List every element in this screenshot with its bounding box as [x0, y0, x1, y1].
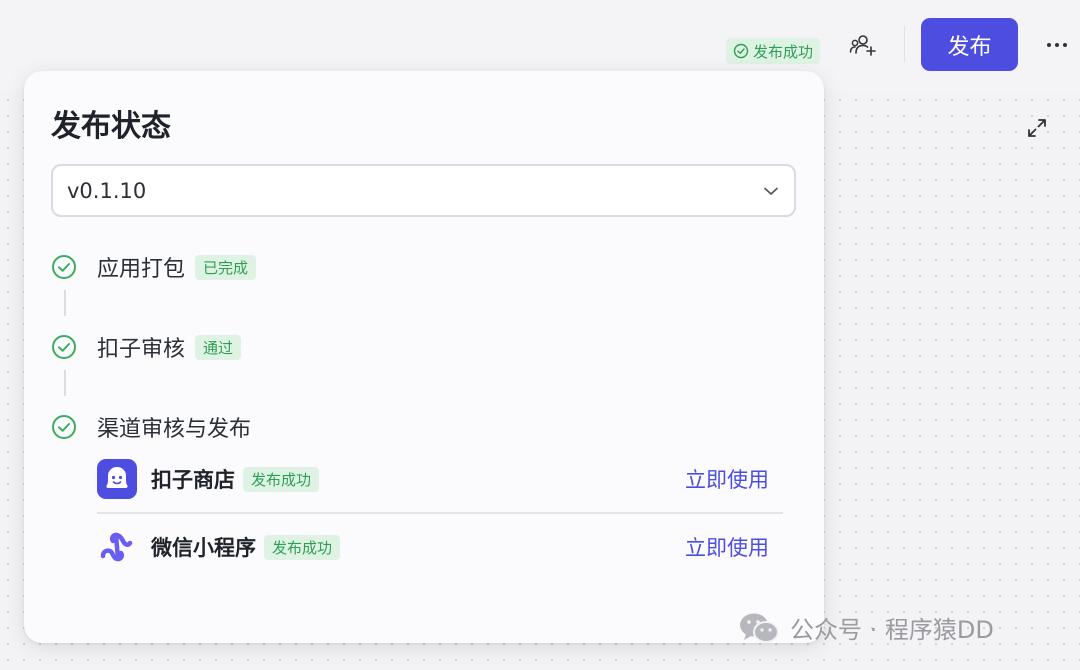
check-circle-icon — [52, 255, 76, 279]
add-collaborator-button[interactable] — [846, 30, 880, 60]
watermark-text: 公众号 · 程序猿DD — [790, 616, 994, 644]
use-now-link[interactable]: 立即使用 — [685, 464, 769, 494]
check-circle-icon — [52, 415, 76, 439]
channel-name: 微信小程序 — [151, 536, 256, 560]
step-status-tag: 已完成 — [195, 254, 257, 280]
step-status-tag: 通过 — [195, 334, 242, 360]
step-label: 扣子审核 — [97, 337, 186, 362]
expand-icon[interactable] — [1025, 116, 1049, 140]
version-select[interactable]: v0.1.10 — [51, 164, 796, 217]
channel-name: 扣子商店 — [151, 468, 235, 492]
add-user-icon — [849, 35, 876, 56]
chevron-down-icon — [764, 187, 778, 195]
channel-coze-store: 扣子商店 发布成功 立即使用 — [97, 457, 783, 501]
channel-status-tag: 发布成功 — [264, 534, 341, 560]
publish-status-badge[interactable]: 发布成功 — [726, 38, 821, 64]
step-connector — [64, 370, 66, 396]
step-coze-review: 扣子审核 通过 — [51, 331, 242, 363]
toolbar-divider — [904, 26, 905, 62]
channel-divider — [97, 512, 783, 514]
wechat-miniprogram-logo — [100, 532, 133, 562]
channel-status-tag: 发布成功 — [243, 466, 320, 492]
more-icon[interactable] — [1042, 30, 1072, 60]
publish-status-panel: 发布状态 v0.1.10 应用打包 已完成 扣子审核 通过 渠道审核与发布 扣子… — [24, 71, 824, 643]
wechat-icon — [740, 613, 779, 643]
check-circle-icon — [733, 43, 749, 59]
watermark: 公众号 · 程序猿DD — [738, 610, 994, 645]
check-circle-icon — [52, 335, 76, 359]
step-channel-review: 渠道审核与发布 — [51, 411, 251, 443]
step-connector — [64, 290, 66, 316]
publish-status-text: 发布成功 — [753, 42, 814, 61]
step-packaging: 应用打包 已完成 — [51, 251, 257, 283]
panel-title: 发布状态 — [51, 109, 171, 144]
coze-store-logo — [97, 459, 137, 499]
version-select-value: v0.1.10 — [67, 178, 147, 203]
channel-wechat-miniprogram: 微信小程序 发布成功 立即使用 — [97, 525, 783, 569]
publish-button[interactable]: 发布 — [921, 18, 1018, 71]
step-label: 应用打包 — [97, 257, 186, 282]
step-label: 渠道审核与发布 — [97, 417, 252, 442]
use-now-link[interactable]: 立即使用 — [685, 532, 769, 562]
